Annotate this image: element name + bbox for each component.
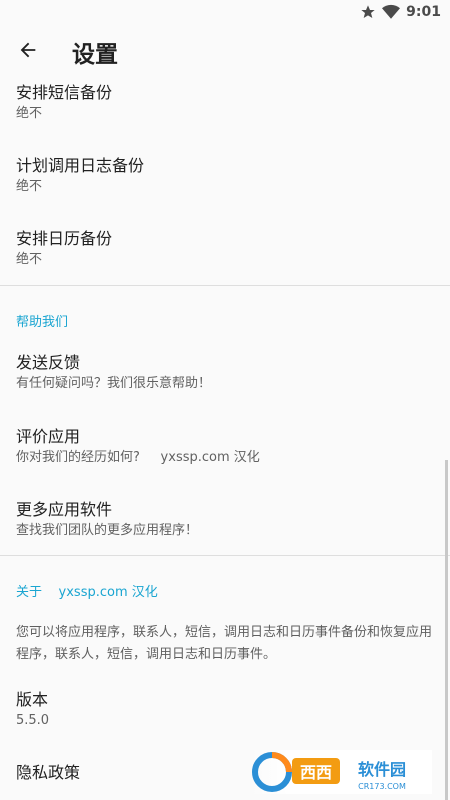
setting-title: 安排短信备份 [16,83,113,102]
setting-send-feedback[interactable]: 发送反馈 有任何疑问吗？我们很乐意帮助！ [16,352,434,393]
setting-subtitle: 绝不 [16,106,43,121]
section-header-about: 关于 yxssp.com 汉化 [16,585,158,600]
status-time: 9:01 [406,4,441,20]
setting-sms-backup[interactable]: 安排短信备份 绝不 [16,82,434,123]
back-button[interactable] [0,24,56,80]
setting-title: 评价应用 [16,427,81,446]
setting-title: 版本 [16,690,49,709]
app-bar: 设置 [0,24,450,80]
about-description: 您可以将应用程序，联系人，短信，调用日志和日历事件备份和恢复应用程序，联系人，短… [16,625,433,662]
arrow-back-icon [17,39,39,65]
star-icon [360,4,376,20]
setting-subtitle: 5.5.0 [16,713,50,728]
section-divider [0,555,450,556]
setting-calendar-backup[interactable]: 安排日历备份 绝不 [16,228,434,269]
setting-rate-app[interactable]: 评价应用 你对我们的经历如何? yxssp.com 汉化 [16,426,434,467]
wifi-icon [382,4,401,20]
watermark-site: CR173.COM [358,782,406,791]
setting-subtitle: 有任何疑问吗？我们很乐意帮助！ [16,376,212,391]
watermark-logo: 西西 软件园 CR173.COM [250,750,432,794]
section-divider [0,285,450,286]
setting-calllog-backup[interactable]: 计划调用日志备份 绝不 [16,155,434,196]
setting-title: 计划调用日志备份 [16,156,145,175]
setting-more-apps[interactable]: 更多应用软件 查找我们团队的更多应用程序！ [16,499,434,540]
setting-subtitle: 绝不 [16,252,43,267]
watermark-brand-b: 软件园 [358,760,406,779]
setting-subtitle: 查找我们团队的更多应用程序！ [16,523,199,538]
setting-subtitle: 你对我们的经历如何? yxssp.com 汉化 [16,450,260,465]
setting-title: 更多应用软件 [16,500,113,519]
setting-subtitle: 绝不 [16,179,43,194]
status-bar: 9:01 [0,0,450,24]
setting-title: 发送反馈 [16,353,81,372]
page-title: 设置 [72,42,118,68]
watermark-brand-a: 西西 [300,763,332,782]
setting-version[interactable]: 版本 5.5.0 [16,689,434,730]
scrollbar[interactable] [445,460,448,800]
setting-title: 安排日历备份 [16,229,113,248]
section-header-help: 帮助我们 [16,315,69,330]
